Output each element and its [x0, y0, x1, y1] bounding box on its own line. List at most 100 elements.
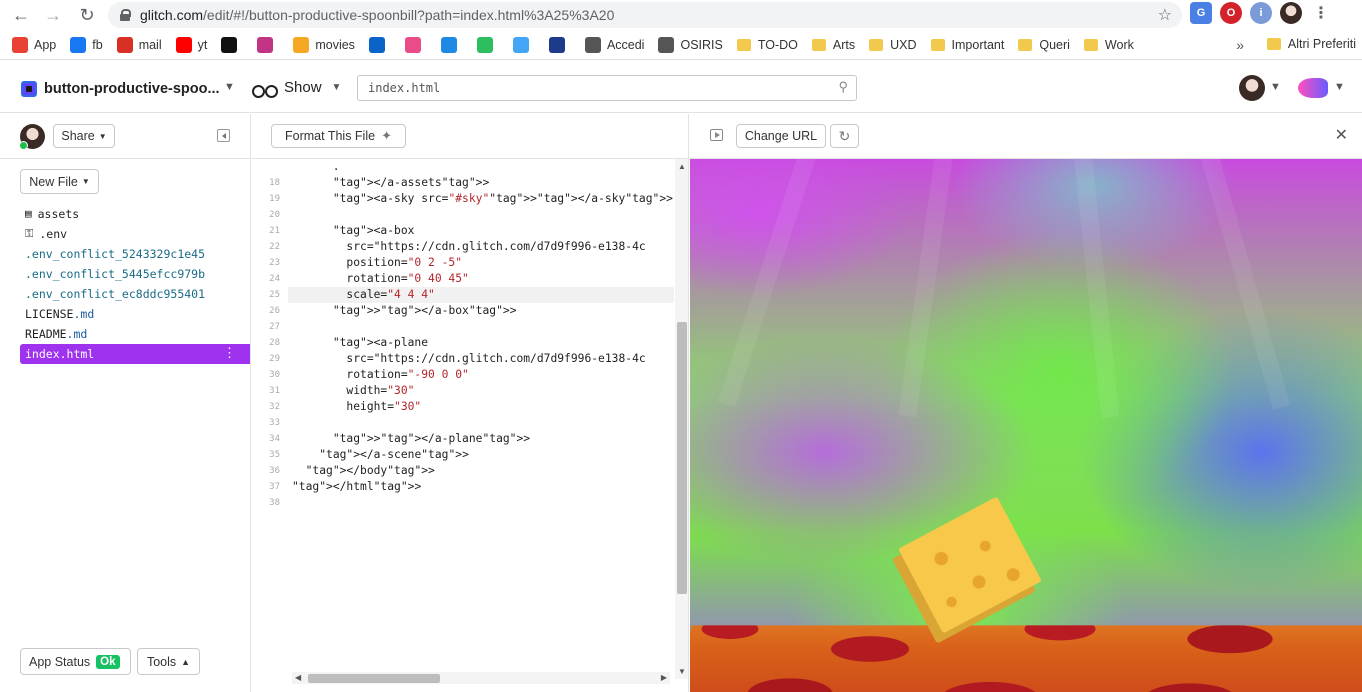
- file-search-input[interactable]: index.html ⚲: [357, 75, 857, 101]
- project-name[interactable]: button-productive-spoo...: [44, 81, 220, 97]
- file-options-icon[interactable]: ⋮: [223, 344, 236, 364]
- file-item[interactable]: index.html ⋮: [20, 344, 250, 364]
- vertical-scrollbar[interactable]: ▲ ▼: [675, 159, 688, 679]
- bookmark-item[interactable]: [548, 36, 571, 53]
- file-item[interactable]: .env_conflict_ec8ddc955401: [20, 284, 250, 304]
- bookmark-folder[interactable]: Arts: [811, 38, 855, 52]
- bookmark-item[interactable]: fb: [70, 36, 103, 53]
- show-button[interactable]: Show ▼: [252, 79, 341, 98]
- code-line[interactable]: 25 scale="4 4 4": [252, 287, 674, 303]
- play-icon[interactable]: [710, 129, 723, 141]
- reload-icon[interactable]: ↻: [72, 0, 102, 30]
- chevron-down-icon[interactable]: ▼: [1334, 81, 1345, 93]
- code-line[interactable]: 31 width="30": [252, 383, 674, 399]
- bookmark-item[interactable]: Accedi: [584, 36, 644, 53]
- refresh-icon[interactable]: ↻: [830, 124, 859, 148]
- change-url-button[interactable]: Change URL: [736, 124, 826, 148]
- bookmark-item[interactable]: [440, 36, 463, 53]
- opera-extension-icon[interactable]: O: [1220, 2, 1242, 24]
- forward-icon[interactable]: →: [38, 0, 68, 30]
- file-item[interactable]: .env_conflict_5445efcc979b: [20, 264, 250, 284]
- code-line[interactable]: 38: [252, 495, 674, 511]
- profile-avatar-icon[interactable]: [1280, 2, 1302, 24]
- bookmark-star-icon[interactable]: ☆: [1158, 5, 1172, 25]
- translate-extension-icon[interactable]: G: [1190, 2, 1212, 24]
- code-line[interactable]: .: [252, 159, 674, 175]
- code-line[interactable]: 22 src="https://cdn.glitch.com/d7d9f996-…: [252, 239, 674, 255]
- file-item[interactable]: README .md: [20, 324, 250, 344]
- code-line[interactable]: 27: [252, 319, 674, 335]
- format-file-button[interactable]: Format This File ✦: [271, 124, 406, 148]
- code-line[interactable]: 34 "tag">>"tag"></a-plane"tag">>: [252, 431, 674, 447]
- user-avatar[interactable]: [1239, 75, 1265, 101]
- horizontal-scrollbar[interactable]: ◀ ▶: [292, 672, 670, 684]
- bookmark-item[interactable]: [221, 36, 243, 53]
- code-line[interactable]: 35 "tag"></a-scene"tag">>: [252, 447, 674, 463]
- code-line[interactable]: 26 "tag">>"tag"></a-box"tag">>: [252, 303, 674, 319]
- code-line[interactable]: 24 rotation="0 40 45": [252, 271, 674, 287]
- glitch-fish-logo-icon[interactable]: [1298, 78, 1328, 98]
- scrollbar-thumb[interactable]: [677, 322, 687, 594]
- extension-icon[interactable]: i: [1250, 2, 1272, 24]
- close-icon[interactable]: ✕: [1335, 125, 1348, 145]
- bookmark-item[interactable]: mail: [116, 36, 162, 53]
- code-line[interactable]: 36 "tag"></body"tag">>: [252, 463, 674, 479]
- menu-kebab-icon[interactable]: ⋮: [1310, 2, 1332, 24]
- bookmark-folder[interactable]: Work: [1083, 38, 1134, 52]
- share-button[interactable]: Share ▼: [53, 124, 115, 148]
- scroll-left-icon[interactable]: ◀: [295, 673, 301, 682]
- chevron-down-icon[interactable]: ▼: [1270, 81, 1281, 93]
- scroll-down-icon[interactable]: ▼: [678, 667, 686, 676]
- bookmark-folder[interactable]: UXD: [869, 38, 917, 52]
- new-file-button[interactable]: New File ▼: [20, 169, 99, 194]
- code-line[interactable]: 19 "tag"><a-sky src="#sky""tag">>"tag"><…: [252, 191, 674, 207]
- file-item[interactable]: ▤ assets: [20, 204, 250, 224]
- code-line[interactable]: 28 "tag"><a-plane: [252, 335, 674, 351]
- back-icon[interactable]: ←: [6, 0, 36, 30]
- code-line[interactable]: 23 position="0 2 -5": [252, 255, 674, 271]
- bookmark-folder[interactable]: Important: [930, 38, 1004, 52]
- bookmark-item[interactable]: yt: [175, 36, 208, 53]
- bookmark-item[interactable]: App: [12, 36, 56, 53]
- scrollbar-thumb[interactable]: [308, 674, 440, 683]
- file-item[interactable]: ⚿ .env: [20, 224, 250, 244]
- chevron-down-icon[interactable]: ▼: [224, 81, 235, 93]
- code-line[interactable]: 29 src="https://cdn.glitch.com/d7d9f996-…: [252, 351, 674, 367]
- scroll-up-icon[interactable]: ▲: [678, 162, 686, 171]
- bookmark-item[interactable]: OSIRIS: [658, 36, 723, 53]
- file-item[interactable]: LICENSE .md: [20, 304, 250, 324]
- app-status-button[interactable]: App Status Ok: [20, 648, 131, 675]
- file-item[interactable]: .env_conflict_5243329c1e45: [20, 244, 250, 264]
- bookmark-item[interactable]: movies: [293, 36, 355, 53]
- bookmark-item[interactable]: [257, 36, 279, 53]
- other-bookmarks[interactable]: Altri Preferiti: [1266, 37, 1356, 51]
- bookmark-item[interactable]: [368, 36, 391, 53]
- more-bookmarks-icon[interactable]: »: [1236, 37, 1244, 53]
- code-line[interactable]: 32 height="30": [252, 399, 674, 415]
- code-line[interactable]: 33: [252, 415, 674, 431]
- code-text: height="30": [292, 400, 422, 413]
- bookmark-folder[interactable]: Queri: [1018, 38, 1070, 52]
- code-line[interactable]: 20: [252, 207, 674, 223]
- bookmark-item[interactable]: [512, 36, 535, 53]
- code-area[interactable]: . 18 "tag"></a-assets"tag">> 19 "tag"><a-s…: [252, 159, 674, 679]
- code-line[interactable]: 21 "tag"><a-box: [252, 223, 674, 239]
- code-line[interactable]: 30 rotation="-90 0 0": [252, 367, 674, 383]
- bookmark-label: yt: [197, 37, 208, 52]
- collapse-sidebar-icon[interactable]: [217, 129, 230, 142]
- code-line[interactable]: 18 "tag"></a-assets"tag">>: [252, 175, 674, 191]
- tools-button[interactable]: Tools ▲: [137, 648, 200, 675]
- scroll-right-icon[interactable]: ▶: [661, 673, 667, 682]
- aframe-scene-preview[interactable]: [690, 159, 1362, 692]
- avatar[interactable]: [19, 124, 45, 150]
- bookmark-folder[interactable]: TO-DO: [736, 38, 798, 52]
- preview-pane: Change URL ↻ ✕: [690, 114, 1362, 692]
- gmail-icon: [116, 36, 133, 53]
- code-line[interactable]: 37 "tag"></html"tag">>: [252, 479, 674, 495]
- new-file-label: New File: [29, 174, 78, 189]
- bookmark-item[interactable]: [476, 36, 499, 53]
- project-logo-icon[interactable]: [21, 81, 37, 97]
- bookmark-item[interactable]: [404, 36, 427, 53]
- address-bar[interactable]: glitch.com/edit/#!/button-productive-spo…: [108, 2, 1182, 28]
